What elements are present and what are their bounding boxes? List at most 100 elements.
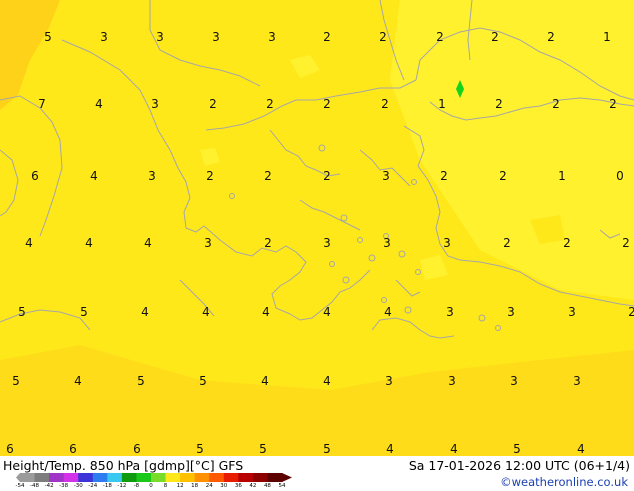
temperature-label: 4 — [144, 236, 152, 250]
temperature-label: 5 — [12, 374, 20, 388]
temperature-label: 2 — [499, 169, 507, 183]
temperature-label: 2 — [323, 97, 331, 111]
scale-label: 54 — [278, 483, 286, 489]
temperature-label: 5 — [18, 305, 26, 319]
temperature-label: 2 — [264, 236, 272, 250]
temperature-label: 3 — [212, 30, 220, 44]
scale-label: -12 — [117, 483, 127, 489]
map-canvas — [0, 0, 634, 456]
temperature-label: 6 — [31, 169, 39, 183]
temperature-label: 3 — [573, 374, 581, 388]
temperature-label: 4 — [141, 305, 149, 319]
scale-label: -54 — [15, 483, 25, 489]
temperature-label: 3 — [100, 30, 108, 44]
scale-label: 0 — [149, 483, 153, 489]
scale-swatch — [165, 473, 181, 482]
scale-swatch — [20, 473, 36, 482]
temperature-label: 3 — [323, 236, 331, 250]
scale-label: -24 — [88, 483, 98, 489]
scale-arrow-left — [16, 473, 20, 482]
scale-label: 24 — [205, 483, 213, 489]
temperature-label: 2 — [491, 30, 499, 44]
temperature-label: 5 — [259, 442, 267, 456]
scale-swatch — [136, 473, 152, 482]
run-info: Sa 17-01-2026 12:00 UTC (06+1/4) — [408, 458, 630, 473]
temperature-label: 2 — [622, 236, 630, 250]
cool-patch-central — [420, 255, 448, 280]
temperature-label: 4 — [386, 442, 394, 456]
temperature-label: 4 — [90, 169, 98, 183]
footer: Height/Temp. 850 hPa [gdmp][°C] GFS Sa 1… — [0, 456, 634, 490]
temperature-label: 3 — [510, 374, 518, 388]
temperature-label: 4 — [202, 305, 210, 319]
temperature-label: 5 — [44, 30, 52, 44]
temperature-label: 3 — [151, 97, 159, 111]
scale-label: 30 — [220, 483, 228, 489]
credit-link[interactable]: ©weatheronline.co.uk — [500, 475, 628, 489]
scale-swatch — [78, 473, 94, 482]
temperature-label: 5 — [196, 442, 204, 456]
scale-swatch — [252, 473, 268, 482]
temperature-label: 2 — [323, 30, 331, 44]
temperature-label: 2 — [323, 169, 331, 183]
temperature-label: 4 — [323, 374, 331, 388]
scale-swatch — [223, 473, 239, 482]
temperature-label: 1 — [603, 30, 611, 44]
temperature-label: 4 — [384, 305, 392, 319]
scale-swatch — [92, 473, 108, 482]
temperature-label: 2 — [503, 236, 511, 250]
temperature-label: 4 — [262, 305, 270, 319]
scale-label: -48 — [30, 483, 40, 489]
temperature-label: 4 — [95, 97, 103, 111]
warm-region-west — [0, 0, 60, 110]
scale-label: 12 — [176, 483, 184, 489]
cool-patch-north — [290, 55, 320, 78]
temperature-label: 2 — [379, 30, 387, 44]
scale-label: -30 — [73, 483, 83, 489]
temperature-label: 2 — [495, 97, 503, 111]
temperature-label: 5 — [137, 374, 145, 388]
temperature-label: 3 — [446, 305, 454, 319]
temperature-label: 5 — [513, 442, 521, 456]
scale-arrow-right — [282, 473, 292, 482]
temperature-label: 3 — [568, 305, 576, 319]
temperature-label: 2 — [628, 305, 634, 319]
temperature-label: 5 — [80, 305, 88, 319]
temperature-label: 0 — [616, 169, 624, 183]
scale-swatch — [63, 473, 79, 482]
scale-label: 36 — [234, 483, 242, 489]
scale-swatch — [267, 473, 283, 482]
temperature-label: 3 — [443, 236, 451, 250]
temperature-label: 3 — [383, 236, 391, 250]
scale-label: 8 — [163, 483, 168, 489]
temperature-label: 2 — [609, 97, 617, 111]
temperature-label: 4 — [261, 374, 269, 388]
scale-label: -38 — [59, 483, 69, 489]
scale-label: 48 — [263, 483, 271, 489]
temperature-label: 1 — [438, 97, 446, 111]
weather-map: 5 3 3 3 3 2 2 2 2 2 1 7 4 3 2 2 2 2 1 2 2 2 6 4 3 2 2 2 3 2 2 1 0 4 4 4 3 2 3 3… — [0, 0, 634, 456]
cool-patch-aegean — [200, 148, 220, 166]
scale-label: 42 — [249, 483, 257, 489]
scale-swatch — [151, 473, 167, 482]
scale-swatch — [180, 473, 196, 482]
temperature-label: 2 — [547, 30, 555, 44]
color-scale — [16, 473, 292, 482]
temperature-label: 2 — [436, 30, 444, 44]
temperature-label: 4 — [450, 442, 458, 456]
temperature-label: 4 — [74, 374, 82, 388]
temperature-label: 7 — [38, 97, 46, 111]
temperature-label: 4 — [25, 236, 33, 250]
temperature-label: 3 — [148, 169, 156, 183]
scale-swatch — [107, 473, 123, 482]
temperature-label: 3 — [204, 236, 212, 250]
temperature-label: 2 — [440, 169, 448, 183]
temperature-label: 3 — [156, 30, 164, 44]
temperature-label: 1 — [558, 169, 566, 183]
map-title: Height/Temp. 850 hPa [gdmp][°C] GFS — [3, 458, 244, 473]
scale-swatch — [238, 473, 254, 482]
temperature-label: 3 — [448, 374, 456, 388]
scale-label: -18 — [102, 483, 112, 489]
temperature-label: 4 — [577, 442, 585, 456]
temperature-label: 2 — [381, 97, 389, 111]
